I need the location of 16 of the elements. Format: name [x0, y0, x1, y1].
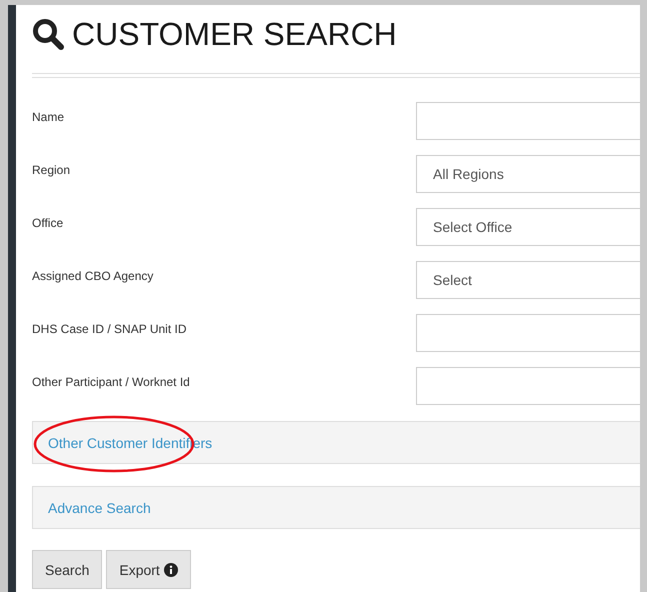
field-label: Region	[32, 162, 72, 179]
field-label: Assigned CBO Agency	[32, 268, 154, 285]
search-icon	[32, 18, 64, 50]
action-button[interactable]: Export	[106, 550, 191, 589]
field-label: Name	[32, 109, 66, 126]
field-label: DHS Case ID / SNAP Unit ID	[32, 321, 188, 338]
input-field[interactable]: All Regions	[416, 155, 640, 193]
field-label: Office	[32, 215, 64, 232]
page-title: CUSTOMER SEARCH	[72, 16, 397, 52]
action-button[interactable]: Search	[32, 550, 102, 589]
input-field[interactable]: Select	[416, 261, 640, 299]
input-field[interactable]	[416, 102, 640, 140]
input-field[interactable]	[416, 314, 640, 352]
field-label: Other Participant / Worknet Id	[32, 374, 191, 391]
input-field[interactable]	[416, 367, 640, 405]
input-field[interactable]: Select Office	[416, 208, 640, 246]
